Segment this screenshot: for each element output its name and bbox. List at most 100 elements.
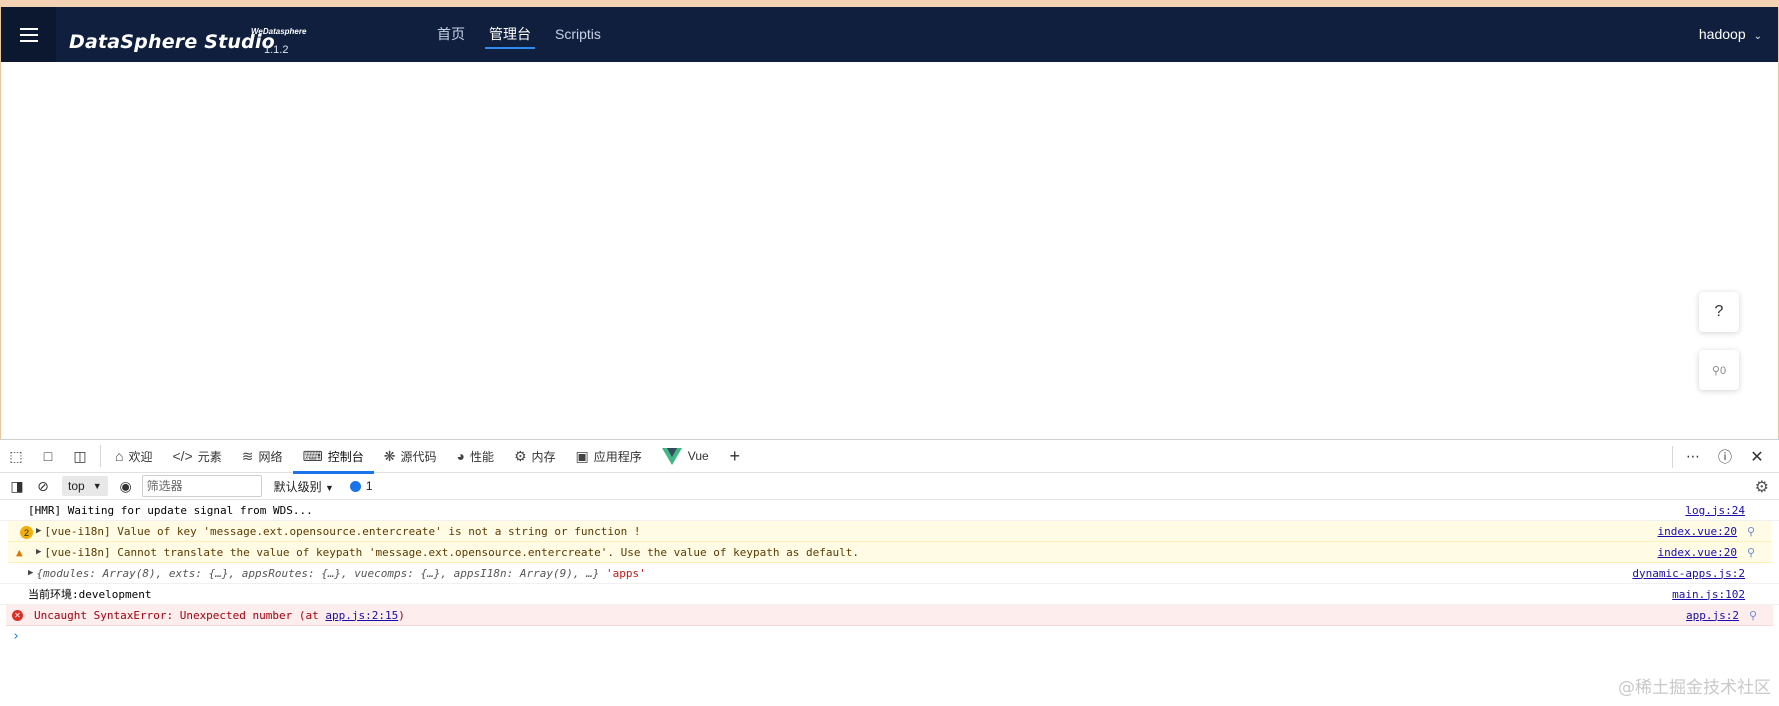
tab-label: 欢迎 — [128, 449, 153, 464]
wifi-icon: ≋ — [241, 447, 254, 464]
divider — [1672, 445, 1673, 468]
sidebar-toggle-icon[interactable]: ◨ — [4, 470, 30, 502]
tab-label: Vue — [687, 449, 709, 463]
source-link[interactable]: log.js:24 — [1685, 504, 1745, 517]
object-text: {modules: Array(8), exts: {…}, appsRoute… — [36, 566, 600, 580]
code-icon: </> — [172, 448, 193, 464]
object-preview[interactable]: {modules: Array(8), exts: {…}, appsRoute… — [36, 567, 645, 580]
tab-elements[interactable]: </> 元素 — [162, 440, 231, 473]
tab-label: 元素 — [197, 449, 222, 464]
message-icon — [349, 480, 361, 492]
tab-label: 应用程序 — [593, 449, 642, 464]
devtools-panel: ⬚ □ ◫ ⌂ 欢迎 </> 元素 ≋ 网络 ⌨ 控制台 ❋ 源代码 ◕ 性能 … — [0, 439, 1779, 706]
logo-brand: WeDatasphere — [251, 27, 307, 36]
tab-label: 性能 — [469, 449, 494, 464]
console-icon: ⌨ — [302, 447, 323, 464]
inspect-element-icon[interactable]: ⬚ — [0, 440, 32, 472]
debug-float-button[interactable]: ⚲0 — [1699, 350, 1739, 390]
message-text: [vue-i18n] Cannot translate the value of… — [44, 545, 859, 559]
expand-arrow-icon[interactable]: ▶ — [36, 547, 41, 557]
source-link[interactable]: main.js:102 — [1672, 588, 1745, 601]
message-text: 当前环境:development — [28, 588, 152, 601]
caret-down-icon: ▼ — [324, 482, 334, 493]
user-name: hadoop — [1698, 26, 1746, 42]
tab-label: 网络 — [258, 449, 283, 464]
clear-console-icon[interactable]: ⊘ — [30, 470, 56, 502]
debug-icon: ⚲0 — [1711, 364, 1727, 377]
tab-label: 内存 — [531, 449, 556, 464]
search-icon[interactable]: ⚲ — [1747, 525, 1755, 538]
tab-sources[interactable]: ❋ 源代码 — [374, 440, 447, 473]
message-count-badge[interactable]: 1 — [349, 479, 373, 493]
top-navbar: DataSphere Studio WeDatasphere 1.1.2 首页 … — [1, 7, 1778, 62]
dock-sidebar-icon[interactable]: ◫ — [64, 440, 96, 472]
tab-performance[interactable]: ◕ 性能 — [446, 440, 503, 473]
tab-welcome[interactable]: ⌂ 欢迎 — [105, 440, 162, 473]
home-icon: ⌂ — [115, 448, 124, 464]
warning-icon: ▲ — [16, 546, 23, 559]
object-label: 'apps' — [605, 566, 646, 580]
error-tail: ) — [398, 608, 405, 622]
context-value: top — [68, 479, 85, 493]
bug-icon: ❋ — [383, 447, 396, 464]
chip-icon: ⚙ — [513, 447, 527, 464]
source-link[interactable]: index.vue:20 — [1658, 525, 1737, 538]
divider — [100, 445, 101, 467]
gauge-icon: ◕ — [456, 448, 465, 464]
watermark: @稀土掘金技术社区 — [1618, 678, 1771, 698]
close-icon[interactable]: ✕ — [1741, 441, 1773, 473]
expand-arrow-icon[interactable]: ▶ — [36, 526, 41, 536]
console-prompt[interactable]: › — [0, 626, 1779, 648]
console-object: ▶ {modules: Array(8), exts: {…}, appsRou… — [0, 563, 1779, 584]
source-link[interactable]: dynamic-apps.js:2 — [1632, 567, 1745, 580]
error-text: Uncaught SyntaxError: Unexpected number … — [34, 608, 326, 622]
device-toolbar-icon[interactable]: □ — [32, 440, 64, 472]
help-icon: ? — [1714, 303, 1724, 320]
console-output: [HMR] Waiting for update signal from WDS… — [0, 500, 1779, 648]
nav-item-admin[interactable]: 管理台 — [485, 7, 535, 62]
add-tab-icon[interactable]: + — [719, 440, 751, 472]
vue-icon — [661, 447, 682, 465]
console-filter-bar: ◨ ⊘ top ▼ ◉ 默认级别 ▼ 1 ⚙ — [0, 473, 1779, 500]
message-count: 1 — [365, 479, 373, 493]
tab-label: 源代码 — [400, 449, 437, 464]
console-warning: 2 ▶ [vue-i18n] Value of key 'message.ext… — [8, 521, 1771, 542]
error-icon: ✕ — [12, 610, 23, 621]
console-message: [HMR] Waiting for update signal from WDS… — [0, 500, 1779, 521]
chevron-down-icon: ⌄ — [1753, 31, 1762, 42]
tab-memory[interactable]: ⚙ 内存 — [504, 440, 566, 473]
tab-network[interactable]: ≋ 网络 — [232, 440, 293, 473]
tab-application[interactable]: ▣ 应用程序 — [566, 440, 652, 473]
devtools-actions: ⋯ ⓘ ✕ — [1668, 440, 1773, 473]
logo-title: DataSphere Studio — [69, 31, 275, 53]
help-icon[interactable]: ⓘ — [1709, 441, 1741, 473]
logo-version: 1.1.2 — [264, 44, 289, 56]
main-nav: 首页 管理台 Scriptis — [437, 7, 625, 62]
help-float-button[interactable]: ? — [1699, 292, 1739, 332]
hamburger-menu-button[interactable] — [1, 7, 56, 62]
user-menu[interactable]: hadoop ⌄ — [1699, 7, 1762, 62]
window-icon: ▣ — [575, 447, 589, 464]
more-options-icon[interactable]: ⋯ — [1677, 441, 1709, 473]
search-icon[interactable]: ⚲ — [1747, 546, 1755, 559]
nav-item-home[interactable]: 首页 — [437, 7, 465, 62]
nav-item-scriptis[interactable]: Scriptis — [555, 7, 601, 62]
context-select[interactable]: top ▼ — [62, 476, 108, 496]
source-link[interactable]: app.js:2 — [1686, 609, 1739, 622]
message-text: Uncaught SyntaxError: Unexpected number … — [34, 609, 405, 622]
message-text: [HMR] Waiting for update signal from WDS… — [28, 503, 313, 517]
log-level-value: 默认级别 — [273, 479, 322, 494]
log-level-select[interactable]: 默认级别 ▼ — [274, 478, 334, 495]
console-error: ✕ Uncaught SyntaxError: Unexpected numbe… — [6, 605, 1773, 626]
expand-arrow-icon[interactable]: ▶ — [28, 568, 33, 578]
app-window: DataSphere Studio WeDatasphere 1.1.2 首页 … — [0, 7, 1779, 439]
tab-vue[interactable]: Vue — [652, 440, 719, 473]
console-warning: ▲ ▶ [vue-i18n] Cannot translate the valu… — [8, 542, 1771, 563]
gear-icon[interactable]: ⚙ — [1755, 477, 1769, 497]
source-link[interactable]: index.vue:20 — [1658, 546, 1737, 559]
search-icon[interactable]: ⚲ — [1749, 609, 1757, 622]
eye-icon[interactable]: ◉ — [114, 470, 138, 502]
error-location-link[interactable]: app.js:2:15 — [325, 609, 398, 622]
tab-console[interactable]: ⌨ 控制台 — [292, 440, 374, 474]
filter-input[interactable] — [141, 475, 262, 497]
